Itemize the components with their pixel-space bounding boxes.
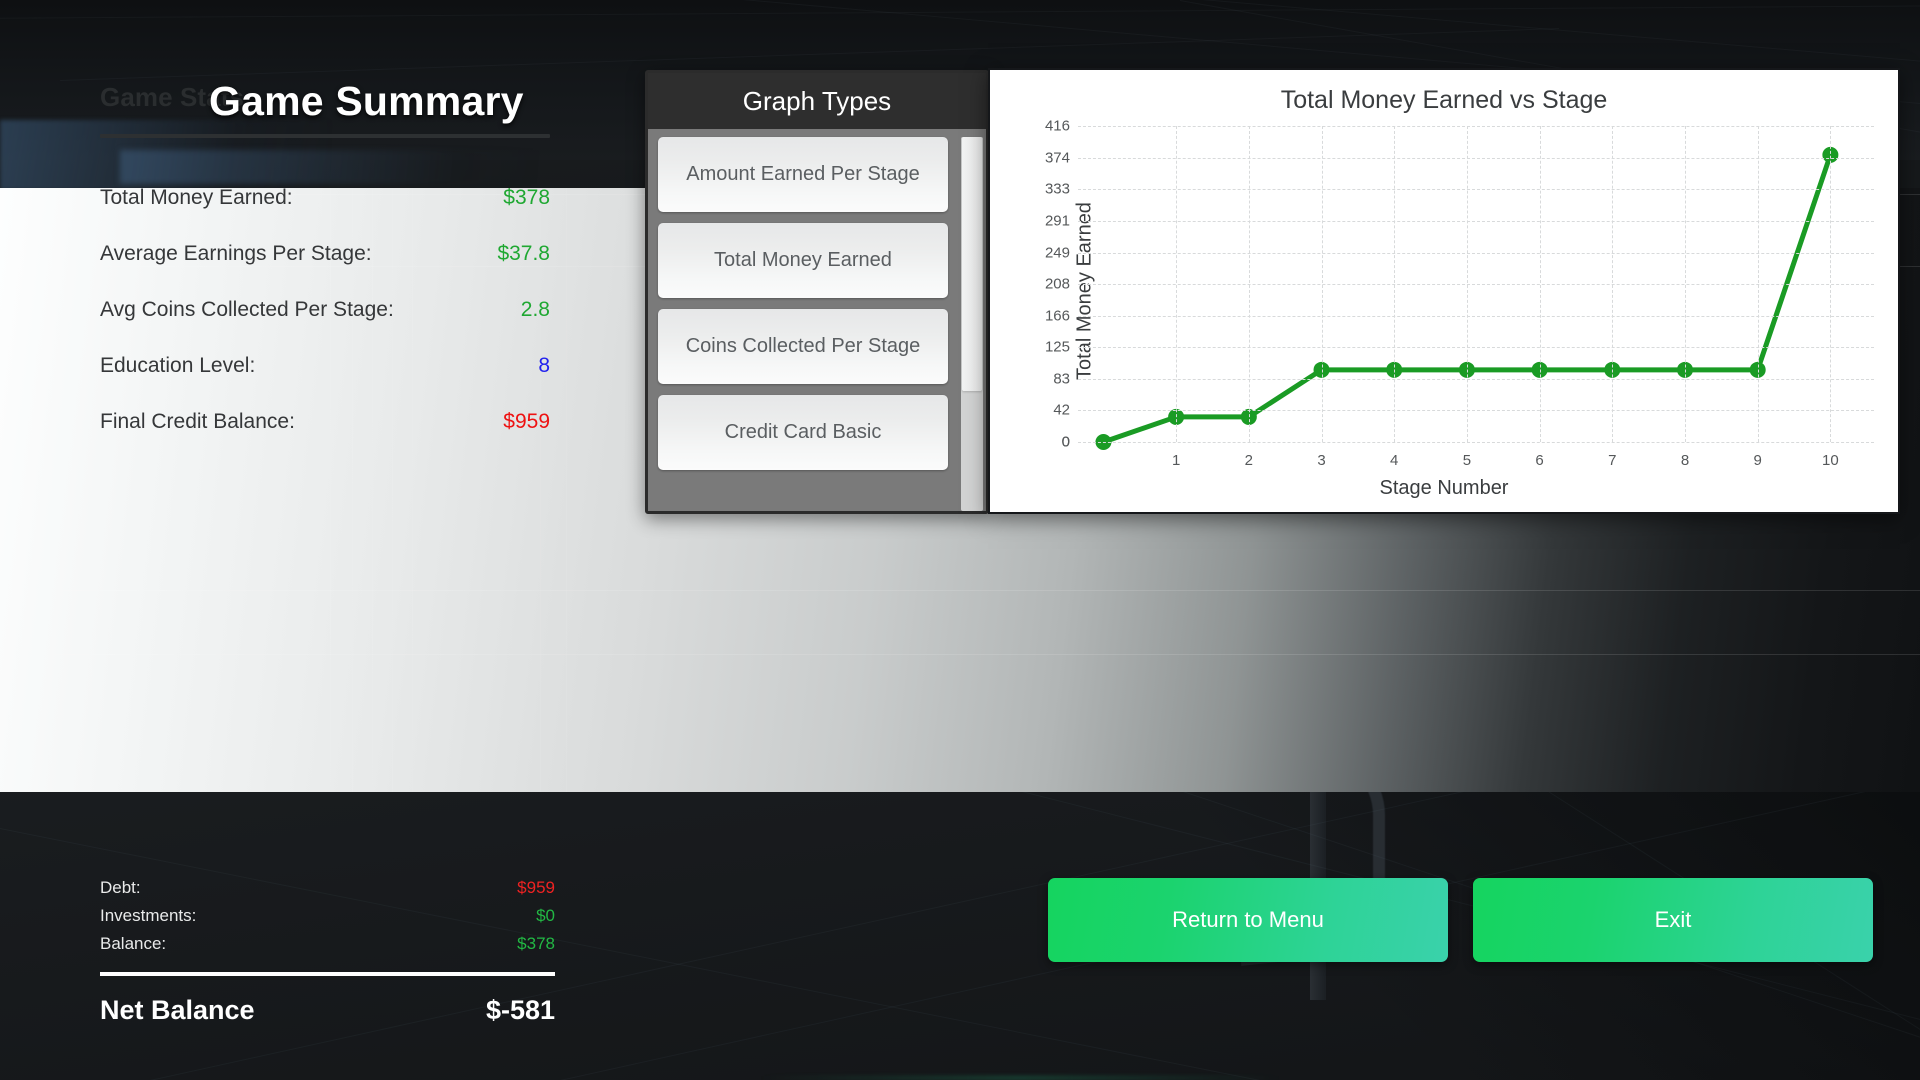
graph-types-list: Amount Earned Per Stage Total Money Earne…: [648, 129, 958, 511]
game-stat-label: Total Money Earned:: [100, 186, 293, 209]
chart-y-tick: 249: [1044, 244, 1070, 262]
graph-types-scrollbar[interactable]: [961, 137, 983, 511]
chart-y-tick: 416: [1044, 117, 1070, 135]
finance-row: Debt: $959: [100, 878, 555, 898]
chart-x-tick: 6: [1535, 452, 1544, 469]
chart-gridline-horizontal: [1078, 126, 1874, 127]
chart-x-axis-label: Stage Number: [1379, 477, 1509, 499]
chart-plot-area: 0 42 83 125 166 208 249 291 333 374 416 0 1 2 3 4 5 6 7 8 9 1…: [1045, 118, 1874, 469]
exit-button[interactable]: Exit: [1473, 878, 1873, 962]
chart-gridline-vertical: [1757, 126, 1759, 442]
chart-gridline-horizontal: [1078, 410, 1874, 412]
band-scanline: [0, 590, 1920, 591]
game-stat-row: Total Money Earned: $378: [100, 186, 550, 210]
game-stat-label: Education Level:: [100, 354, 256, 377]
chart-x-tick: 1: [1171, 452, 1181, 469]
graph-types-body: Amount Earned Per Stage Total Money Earne…: [648, 129, 986, 511]
graph-type-item[interactable]: Total Money Earned: [658, 223, 948, 298]
chart-y-tick: 291: [1044, 212, 1070, 230]
chart-x-tick: 4: [1390, 452, 1399, 469]
game-stat-value: 8: [538, 354, 550, 377]
chart-x-tick: 9: [1753, 452, 1762, 469]
chart-gridline-vertical: [1830, 126, 1832, 442]
chart-x-tick: 7: [1608, 452, 1617, 469]
finance-label: Balance:: [100, 934, 167, 953]
chart-gridline-horizontal: [1078, 442, 1874, 443]
chart-gridline-horizontal: [1078, 252, 1874, 254]
game-stats-list: Total Money Earned: $378 Average Earnings …: [100, 186, 550, 434]
chart-gridline-vertical: [1684, 126, 1686, 442]
chart-gridline-vertical: [1176, 126, 1178, 442]
net-balance-label: Net Balance: [100, 995, 255, 1025]
chart-gridline-vertical: [1248, 126, 1250, 442]
chart-y-tick: 333: [1044, 180, 1070, 198]
chart-y-tick: 374: [1044, 149, 1070, 167]
chart-gridline-vertical: [1466, 126, 1468, 442]
chart-x-tick: 2: [1244, 452, 1253, 469]
finance-value: $959: [517, 878, 555, 897]
divider: [100, 972, 555, 976]
finance-row: Balance: $378: [100, 934, 555, 954]
chart-x-tick: 3: [1317, 452, 1326, 469]
graph-type-item[interactable]: Credit Card Basic: [658, 395, 948, 470]
scrollbar-thumb[interactable]: [962, 137, 982, 392]
chart-x-tick: 10: [1822, 452, 1839, 469]
game-stat-value: $37.8: [497, 242, 550, 265]
graph-types-title: Graph Types: [742, 85, 892, 116]
chart-y-tick: 42: [1053, 401, 1070, 419]
net-balance-row: Net Balance $-581: [100, 995, 555, 1026]
game-stat-row: Average Earnings Per Stage: $37.8: [100, 242, 550, 266]
chart-panel: Total Money Earned vs Stage Total Money …: [988, 68, 1900, 514]
game-stat-row: Avg Coins Collected Per Stage: 2.8: [100, 298, 550, 322]
finance-row: Investments: $0: [100, 906, 555, 926]
graph-type-item[interactable]: Coins Collected Per Stage: [658, 309, 948, 384]
chart-origin-label: 0: [1061, 433, 1070, 451]
graph-type-item[interactable]: Amount Earned Per Stage: [658, 137, 948, 212]
finance-label: Debt:: [100, 878, 141, 897]
graph-types-panel: Graph Types Amount Earned Per Stage Total…: [645, 70, 989, 514]
chart-gridline-vertical: [1394, 126, 1396, 442]
chart-y-tick: 125: [1044, 338, 1070, 356]
chart-gridline-horizontal: [1078, 347, 1874, 349]
chart-title: Total Money Earned vs Stage: [1280, 86, 1608, 114]
finance-value: $0: [536, 906, 555, 925]
finance-summary-panel: Debt: $959 Investments: $0 Balance: $378 Net …: [100, 878, 555, 1026]
chart-gridline-vertical: [1612, 126, 1614, 442]
chart-y-tick: 208: [1044, 275, 1070, 293]
game-stat-value: 2.8: [520, 298, 550, 321]
chart-gridline-horizontal: [1078, 157, 1874, 159]
chart-x-tick: 0: [1099, 452, 1107, 469]
chart-y-tick: 166: [1044, 307, 1070, 325]
net-balance-value: $-581: [485, 995, 555, 1025]
game-stat-row: Final Credit Balance: $959: [100, 410, 550, 434]
chart-x-tick: 8: [1680, 452, 1690, 469]
chart-gridline-horizontal: [1078, 220, 1874, 222]
game-stat-value: $378: [503, 186, 550, 209]
game-stat-row: Education Level: 8: [100, 354, 550, 378]
game-stat-label: Final Credit Balance:: [100, 410, 295, 433]
footer-actions: Return to Menu Exit: [1048, 878, 1873, 962]
return-to-menu-button[interactable]: Return to Menu: [1048, 878, 1448, 962]
page-title: Game Summary: [209, 78, 524, 124]
finance-rows: Debt: $959 Investments: $0 Balance: $378: [100, 878, 555, 954]
finance-label: Investments:: [100, 906, 197, 925]
graph-types-header: Graph Types: [648, 73, 986, 129]
game-stat-label: Avg Coins Collected Per Stage:: [100, 298, 394, 321]
game-stat-value: $959: [503, 410, 550, 433]
chart-gridline-vertical: [1321, 126, 1323, 442]
chart-gridline-vertical: [1539, 126, 1541, 442]
finance-value: $378: [517, 934, 555, 953]
band-scanline: [0, 654, 1920, 655]
chart-y-tick: 83: [1053, 370, 1070, 388]
chart-gridline-horizontal: [1078, 189, 1874, 191]
band-streak: [566, 188, 567, 792]
chart-x-tick: 5: [1462, 452, 1472, 469]
game-stat-label: Average Earnings Per Stage:: [100, 242, 372, 265]
chart-gridline-horizontal: [1078, 378, 1874, 380]
chart-gridline-horizontal: [1078, 315, 1874, 317]
chart-gridline-horizontal: [1078, 284, 1874, 285]
